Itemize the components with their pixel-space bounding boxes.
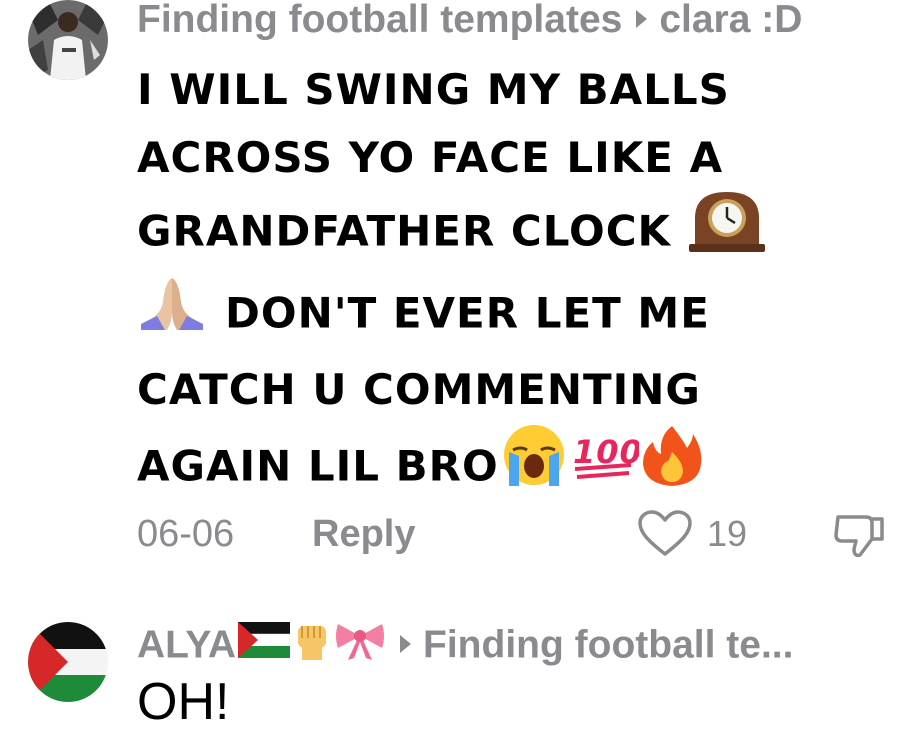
comment-actions: 06-06 Reply 19 <box>137 508 897 558</box>
reply-to-name[interactable]: Finding football te... <box>423 623 793 666</box>
reply-arrow-icon <box>636 9 648 28</box>
comment-item: ALYA Finding football te... OH! <box>0 600 907 749</box>
comment-date: 06-06 <box>137 513 235 555</box>
palestine-flag-icon <box>237 622 291 668</box>
heart-icon <box>638 510 692 556</box>
raised-fist-icon <box>290 618 334 672</box>
palestine-flag-avatar <box>28 622 108 702</box>
comment-text: OH! <box>137 673 230 731</box>
comment-line-text: GRANDFATHER CLOCK <box>137 206 672 256</box>
avatar[interactable] <box>28 622 108 702</box>
author-name[interactable]: ALYA <box>137 623 236 666</box>
like-button[interactable] <box>637 510 693 568</box>
reply-arrow-icon <box>400 635 412 653</box>
comment-item: Finding football templates clara :D I WIL… <box>0 0 907 600</box>
comment-line: DON'T EVER LET ME <box>137 276 857 356</box>
mantelpiece-clock-icon <box>687 188 767 272</box>
comment-line: I WILL SWING MY BALLS <box>137 65 730 114</box>
ribbon-icon <box>334 618 386 672</box>
avatar[interactable] <box>28 0 108 80</box>
dislike-button[interactable] <box>832 511 888 569</box>
fire-icon <box>639 422 705 508</box>
avatar-image <box>28 0 108 80</box>
reply-button[interactable]: Reply <box>312 513 415 556</box>
hundred-points-icon: 100 <box>569 425 642 505</box>
author-name[interactable]: Finding football templates <box>137 0 622 41</box>
like-count: 19 <box>707 513 748 554</box>
comment-line: GRANDFATHER CLOCK <box>137 192 857 276</box>
reply-to-name[interactable]: clara :D <box>659 0 802 41</box>
comment-header: ALYA Finding football te... <box>137 620 793 674</box>
comment-line: CATCH U COMMENTING <box>137 365 701 414</box>
thumbs-down-icon <box>834 515 884 558</box>
comment-line-text: DON'T EVER LET ME <box>225 288 710 338</box>
comment-line: ACROSS YO FACE LIKE A <box>137 133 724 182</box>
comment-text: I WILL SWING MY BALLS ACROSS YO FACE LIK… <box>137 56 857 514</box>
comment-line-text: AGAIN LIL BRO <box>137 441 499 491</box>
loudly-crying-face-icon <box>499 420 569 510</box>
comment-line: AGAIN LIL BRO 100 <box>137 424 857 514</box>
comment-header: Finding football templates clara :D <box>137 0 802 42</box>
folded-hands-icon <box>137 272 207 352</box>
